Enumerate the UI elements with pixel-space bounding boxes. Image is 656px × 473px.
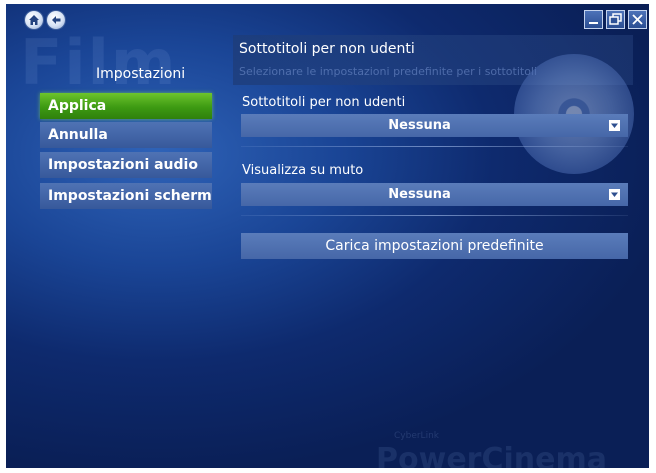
panel-title: Sottotitoli per non udenti (239, 41, 415, 57)
menu-item-impostazioni-audio[interactable]: Impostazioni audio (40, 152, 212, 178)
divider (241, 215, 628, 216)
brand-watermark: PowerCinema (376, 442, 607, 468)
subtitles-label: Sottotitoli per non udenti (242, 95, 406, 110)
subtitles-select[interactable]: Nessuna (241, 114, 628, 137)
show-on-mute-select[interactable]: Nessuna (241, 183, 628, 206)
subtitles-value: Nessuna (388, 118, 451, 133)
show-on-mute-value: Nessuna (388, 187, 451, 202)
close-icon[interactable] (628, 10, 647, 29)
dropdown-arrow-icon (609, 189, 620, 200)
menu-item-annulla[interactable]: Annulla (40, 122, 212, 148)
brand-watermark-small: CyberLink (394, 431, 439, 441)
divider (241, 146, 628, 147)
minimize-icon[interactable] (584, 10, 603, 29)
load-defaults-button[interactable]: Carica impostazioni predefinite (241, 233, 628, 259)
menu-item-impostazioni-schermo[interactable]: Impostazioni schermo (40, 183, 212, 209)
menu-item-applica[interactable]: Applica (40, 93, 212, 119)
powercinema-window: Film CyberLink PowerCinema Impostazioni … (6, 4, 649, 468)
back-arrow-icon[interactable] (47, 11, 65, 29)
dropdown-arrow-icon (609, 120, 620, 131)
restore-icon[interactable] (606, 10, 625, 29)
menu-title: Impostazioni (96, 66, 186, 82)
show-on-mute-label: Visualizza su muto (242, 163, 364, 178)
home-icon[interactable] (25, 11, 43, 29)
section-watermark: Film (20, 26, 178, 99)
